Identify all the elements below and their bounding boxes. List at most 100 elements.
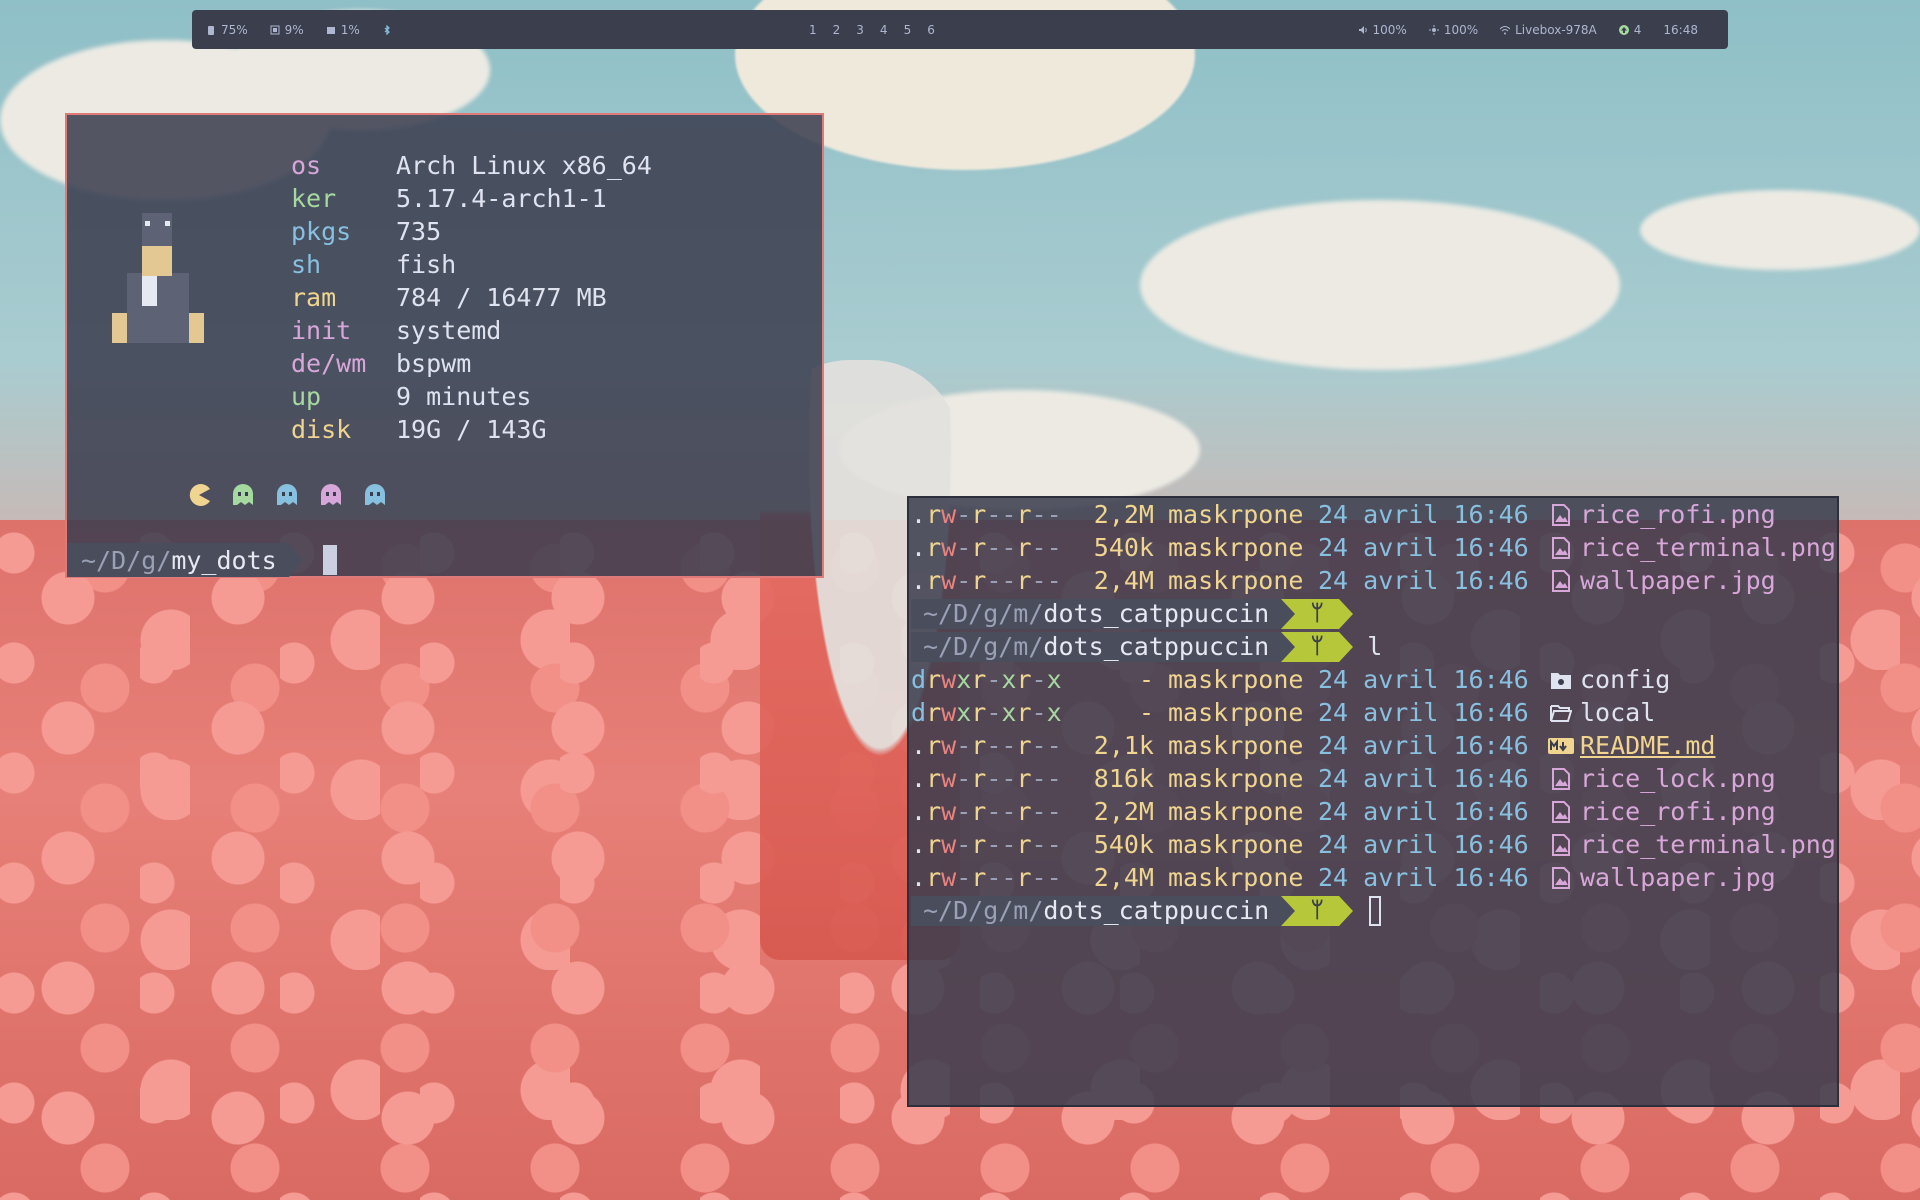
info-value: fish xyxy=(396,250,457,279)
permission-char: - xyxy=(1001,830,1017,859)
file-name[interactable]: rice_rofi.png xyxy=(1580,498,1776,531)
terminal-output: .rw-r--r-- 2,2M maskrpone 24 avril 16:46 ric… xyxy=(911,498,1836,927)
permission-char: - xyxy=(956,863,972,892)
file-owner: maskrpone xyxy=(1168,500,1304,529)
file-row[interactable]: drwxr-xr-x - maskrpone 24 avril 16:46 config xyxy=(911,663,1836,696)
battery-module[interactable]: 75% xyxy=(206,23,248,37)
brightness-value: 100% xyxy=(1443,22,1479,37)
shell-prompt[interactable]: ~/D/g/m/dots_catppuccin ᛘ xyxy=(911,894,1836,927)
file-name[interactable]: rice_terminal.png xyxy=(1580,828,1836,861)
file-owner: maskrpone xyxy=(1168,797,1304,826)
permission-char: . xyxy=(911,500,927,529)
file-owner: maskrpone xyxy=(1168,698,1304,727)
file-name[interactable]: wallpaper.jpg xyxy=(1580,564,1776,597)
permission-char: - xyxy=(1046,830,1062,859)
file-name[interactable]: rice_rofi.png xyxy=(1580,795,1776,828)
file-name[interactable]: README.md xyxy=(1580,729,1715,762)
file-row[interactable]: .rw-r--r-- 2,4M maskrpone 24 avril 16:46 wal… xyxy=(911,861,1836,894)
file-name[interactable]: local xyxy=(1580,696,1655,729)
file-row[interactable]: .rw-r--r-- 2,1k maskrpone 24 avril 16:46 REA… xyxy=(911,729,1836,762)
updates-module[interactable]: 4 xyxy=(1618,23,1641,37)
wallpaper-cloud xyxy=(1640,190,1920,270)
workspace-6[interactable]: 6 xyxy=(927,23,935,37)
file-owner: maskrpone xyxy=(1168,533,1304,562)
permission-char: r xyxy=(926,764,942,793)
file-date: 24 avril 16:46 xyxy=(1318,500,1529,529)
system-info-table: os Arch Linux x86_64 ker 5.17.4-arch1-1 pk… xyxy=(291,149,652,446)
permission-char: - xyxy=(1031,665,1047,694)
info-value: Arch Linux x86_64 xyxy=(396,151,652,180)
prompt-arrow xyxy=(1281,631,1296,662)
permission-char: w xyxy=(941,764,957,793)
cpu-module[interactable]: 9% xyxy=(270,23,304,37)
info-key: pkgs xyxy=(291,217,352,246)
permission-char: - xyxy=(1001,566,1017,595)
pacman-icon xyxy=(189,484,210,506)
permission-char: r xyxy=(971,566,987,595)
cpu-value: 9% xyxy=(284,22,304,37)
image-file-icon xyxy=(1546,767,1576,790)
bluetooth-module[interactable] xyxy=(382,24,392,35)
bluetooth-icon xyxy=(384,24,390,35)
permission-char: r xyxy=(971,665,987,694)
workspace-3[interactable]: 3 xyxy=(856,23,864,37)
speaker-icon xyxy=(1358,25,1367,34)
workspace-2[interactable]: 2 xyxy=(833,23,841,37)
status-bar-left: 75% 9% 1% xyxy=(206,10,392,49)
permission-char: - xyxy=(986,830,1002,859)
wifi-module[interactable]: Livebox-978A xyxy=(1500,23,1597,37)
permission-char: - xyxy=(956,764,972,793)
file-row[interactable]: .rw-r--r-- 816k maskrpone 24 avril 16:46 ric… xyxy=(911,762,1836,795)
memory-value: 1% xyxy=(340,22,360,37)
file-listing-terminal-window[interactable]: .rw-r--r-- 2,2M maskrpone 24 avril 16:46 ric… xyxy=(907,496,1839,1107)
file-row[interactable]: .rw-r--r-- 2,4M maskrpone 24 avril 16:46 wal… xyxy=(911,564,1836,597)
permission-char: x xyxy=(956,698,972,727)
battery-value: 75% xyxy=(221,22,248,37)
permission-char: - xyxy=(1031,566,1047,595)
permission-char: r xyxy=(926,533,942,562)
file-row[interactable]: .rw-r--r-- 540k maskrpone 24 avril 16:46 ric… xyxy=(911,531,1836,564)
file-row[interactable]: drwxr-xr-x - maskrpone 24 avril 16:46 local xyxy=(911,696,1836,729)
workspace-1[interactable]: 1 xyxy=(809,23,817,37)
info-key: up xyxy=(291,382,322,411)
image-file-icon xyxy=(1546,503,1576,526)
text-cursor xyxy=(1369,895,1382,926)
file-row[interactable]: .rw-r--r-- 540k maskrpone 24 avril 16:46 ric… xyxy=(911,828,1836,861)
pixel-penguin-icon xyxy=(112,213,204,343)
permissions: .rw-r--r-- xyxy=(911,762,1074,795)
file-size: 2,2M xyxy=(1093,797,1154,826)
shell-prompt[interactable]: ~/D/g/my_dots xyxy=(67,543,337,577)
workspace-4[interactable]: 4 xyxy=(880,23,888,37)
file-name[interactable]: rice_terminal.png xyxy=(1580,531,1836,564)
memory-module[interactable]: 1% xyxy=(326,23,360,37)
file-name[interactable]: config xyxy=(1580,663,1670,696)
workspace-5[interactable]: 5 xyxy=(904,23,912,37)
file-owner: maskrpone xyxy=(1168,863,1304,892)
shell-prompt[interactable]: ~/D/g/m/dots_catppuccin ᛘ xyxy=(911,597,1836,630)
cpu-icon xyxy=(270,25,280,34)
permission-char: - xyxy=(1031,863,1047,892)
permission-char: r xyxy=(926,797,942,826)
file-name[interactable]: rice_lock.png xyxy=(1580,762,1776,795)
prompt-arrow xyxy=(1339,631,1354,662)
file-size: 816k xyxy=(1093,764,1154,793)
volume-module[interactable]: 100% xyxy=(1358,23,1407,37)
git-branch-segment: ᛘ xyxy=(1281,631,1354,662)
permission-char: r xyxy=(971,533,987,562)
file-row[interactable]: .rw-r--r-- 2,2M maskrpone 24 avril 16:46 ric… xyxy=(911,795,1836,828)
file-name[interactable]: wallpaper.jpg xyxy=(1580,861,1776,894)
brightness-module[interactable]: 100% xyxy=(1428,22,1479,37)
file-date: 24 avril 16:46 xyxy=(1318,731,1529,760)
file-row[interactable]: .rw-r--r-- 2,2M maskrpone 24 avril 16:46 ric… xyxy=(911,498,1836,531)
permission-char: w xyxy=(941,533,957,562)
battery-icon xyxy=(208,25,214,35)
shell-prompt[interactable]: ~/D/g/m/dots_catppuccin ᛘ l xyxy=(911,630,1836,663)
permission-char: r xyxy=(971,764,987,793)
permission-char: - xyxy=(986,863,1002,892)
image-file-icon xyxy=(1546,536,1576,559)
permissions: .rw-r--r-- xyxy=(911,531,1074,564)
ghost-icon xyxy=(277,484,297,505)
fetch-terminal-window[interactable]: os Arch Linux x86_64 ker 5.17.4-arch1-1 pk… xyxy=(65,113,824,578)
settings-folder-icon xyxy=(1546,670,1576,690)
file-size: - xyxy=(1138,665,1154,694)
